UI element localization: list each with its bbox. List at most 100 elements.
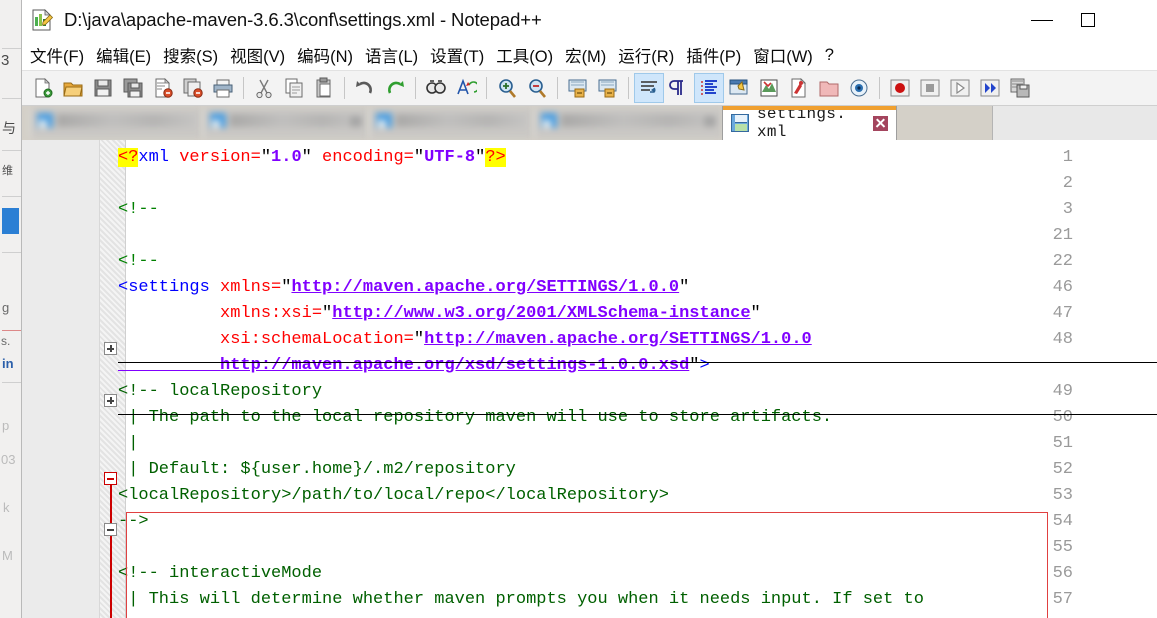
fold-marker-plus[interactable] [104, 394, 117, 407]
copy-icon[interactable] [279, 73, 309, 103]
paste-icon[interactable] [309, 73, 339, 103]
code-line[interactable]: <!-- [118, 252, 159, 271]
line-number: 22 [1052, 252, 1073, 271]
code-line[interactable]: xsi:schemaLocation="http://maven.apache.… [118, 330, 812, 349]
user-defined-dialog-icon[interactable] [724, 73, 754, 103]
tab-background-blurred[interactable] [30, 108, 202, 138]
close-button[interactable] [1111, 0, 1157, 40]
word-wrap-icon[interactable] [634, 73, 664, 103]
code-token: <localRepository>/path/to/local/repo</lo… [118, 486, 669, 505]
play-macro-icon[interactable] [945, 73, 975, 103]
new-file-icon[interactable] [28, 73, 58, 103]
menu-file[interactable]: 文件(F) [24, 41, 90, 69]
code-line[interactable]: <?xml version="1.0" encoding="UTF-8"?> [118, 148, 506, 167]
code-line[interactable]: | The path to the local repository maven… [118, 408, 832, 427]
line-number: 2 [1062, 174, 1073, 193]
menu-language[interactable]: 语言(L) [359, 41, 424, 69]
save-macro-icon[interactable] [1005, 73, 1035, 103]
line-number: 54 [1052, 512, 1073, 531]
menu-view[interactable]: 视图(V) [224, 41, 291, 69]
save-all-icon[interactable] [118, 73, 148, 103]
stop-record-macro-icon[interactable] [915, 73, 945, 103]
line-number: 21 [1052, 226, 1073, 245]
code-line[interactable]: <localRepository>/path/to/local/repo</lo… [118, 486, 669, 505]
show-indent-guide-icon[interactable] [694, 73, 724, 103]
monitoring-icon[interactable] [844, 73, 874, 103]
start-record-macro-icon[interactable] [885, 73, 915, 103]
line-number: 46 [1052, 278, 1073, 297]
code-line[interactable]: | [118, 434, 138, 453]
menu-edit[interactable]: 编辑(E) [90, 41, 157, 69]
tab-close-icon[interactable] [873, 115, 888, 131]
code-line[interactable]: <!-- [118, 200, 159, 219]
code-line[interactable]: <!-- interactiveMode [118, 564, 322, 583]
print-icon[interactable] [208, 73, 238, 103]
code-line[interactable]: <!-- localRepository [118, 382, 322, 401]
code-line[interactable]: | This will determine whether maven prom… [118, 590, 924, 609]
menu-help[interactable]: ? [819, 44, 840, 67]
code-line[interactable]: --> [118, 512, 149, 531]
tab-background-blurred[interactable] [369, 108, 533, 138]
close-file-icon[interactable] [148, 73, 178, 103]
maximize-button[interactable] [1065, 0, 1111, 40]
separator-4 [486, 77, 487, 99]
line-number: 48 [1052, 330, 1073, 349]
background-window-sliver[interactable]: 3 与 维 g s. in p 03 k M [0, 0, 22, 618]
folder-as-workspace-icon[interactable] [814, 73, 844, 103]
line-number: 53 [1052, 486, 1073, 505]
code-token: " [301, 148, 312, 167]
menu-run[interactable]: 运行(R) [612, 41, 680, 69]
code-token: <? [118, 148, 139, 167]
fold-guide-line [110, 536, 112, 618]
save-icon[interactable] [88, 73, 118, 103]
code-line[interactable]: xmlns:xsi="http://www.w3.org/2001/XMLSch… [118, 304, 761, 323]
menu-encoding[interactable]: 编码(N) [291, 41, 359, 69]
menu-bar: 文件(F) 编辑(E) 搜索(S) 视图(V) 编码(N) 语言(L) 设置(T) 工具(O)… [22, 40, 1157, 70]
open-file-icon[interactable] [58, 73, 88, 103]
code-token: " [413, 330, 425, 349]
document-map-icon[interactable] [754, 73, 784, 103]
sync-vertical-scroll-icon[interactable] [563, 73, 593, 103]
fold-marker-minus[interactable] [104, 523, 117, 536]
zoom-out-icon[interactable] [522, 73, 552, 103]
tab-background-blurred[interactable] [203, 108, 368, 138]
function-list-icon[interactable] [784, 73, 814, 103]
run-macro-multiple-icon[interactable] [975, 73, 1005, 103]
code-token: " [260, 148, 272, 167]
show-all-characters-icon[interactable] [664, 73, 694, 103]
minimize-button[interactable] [1019, 0, 1065, 40]
code-editor[interactable]: 1 <?xml version="1.0" encoding="UTF-8"?> 2… [22, 140, 1157, 618]
line-number: 57 [1052, 590, 1073, 609]
code-token: --> [118, 512, 149, 531]
fold-marker-minus-open[interactable] [104, 472, 117, 485]
menu-search[interactable]: 搜索(S) [157, 41, 224, 69]
line-number: 51 [1052, 434, 1073, 453]
zoom-in-icon[interactable] [492, 73, 522, 103]
cut-icon[interactable] [249, 73, 279, 103]
tab-background-blurred[interactable] [534, 108, 722, 138]
tab-settings-xml[interactable]: settings. xml [722, 106, 897, 140]
fold-marker-plus[interactable] [104, 342, 117, 355]
menu-plugins[interactable]: 插件(P) [680, 41, 747, 69]
line-number: 55 [1052, 538, 1073, 557]
find-icon[interactable] [421, 73, 451, 103]
code-line[interactable]: http://maven.apache.org/xsd/settings-1.0… [118, 356, 710, 375]
menu-tools[interactable]: 工具(O) [490, 41, 559, 69]
line-number: 3 [1062, 200, 1073, 219]
line-number: 47 [1052, 304, 1073, 323]
sync-horizontal-scroll-icon[interactable] [593, 73, 623, 103]
code-token: xsi:schemaLocation= [118, 330, 414, 349]
code-token: " [750, 304, 761, 323]
menu-window[interactable]: 窗口(W) [747, 41, 819, 69]
redo-icon[interactable] [380, 73, 410, 103]
menu-macro[interactable]: 宏(M) [559, 41, 612, 69]
code-token: " [413, 148, 425, 167]
close-all-files-icon[interactable] [178, 73, 208, 103]
undo-icon[interactable] [350, 73, 380, 103]
code-line[interactable]: | Default: ${user.home}/.m2/repository [118, 460, 516, 479]
replace-icon[interactable] [451, 73, 481, 103]
code-token: xmlns:xsi= [118, 304, 323, 323]
code-line[interactable]: <settings xmlns="http://maven.apache.org… [118, 278, 689, 297]
menu-settings[interactable]: 设置(T) [424, 41, 490, 69]
tab-bar-empty-area [992, 106, 1157, 140]
